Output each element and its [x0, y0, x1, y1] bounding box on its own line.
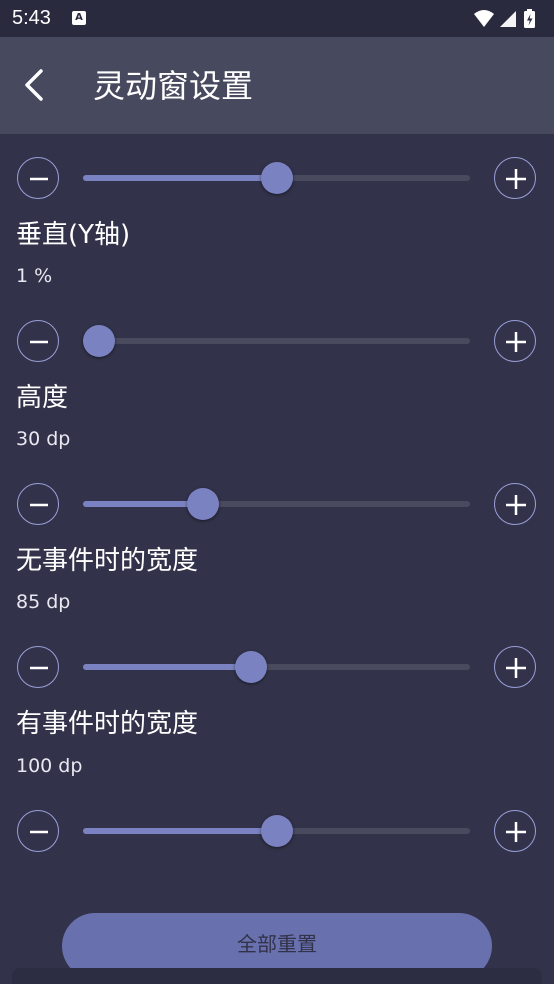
decrease-button[interactable]	[17, 646, 59, 688]
back-button[interactable]	[14, 63, 58, 107]
setting-label-height: 高度	[16, 383, 69, 413]
slider-row-3	[0, 646, 554, 690]
increase-button[interactable]	[494, 646, 536, 688]
slider-thumb[interactable]	[234, 651, 267, 683]
bottom-sheet-edge	[12, 968, 542, 984]
slider-track[interactable]	[83, 664, 470, 670]
slider-fill	[83, 828, 277, 834]
slider-track[interactable]	[83, 338, 470, 344]
setting-label-vertical: 垂直(Y轴)	[16, 220, 131, 250]
setting-label-idle-width: 无事件时的宽度	[16, 546, 199, 576]
wifi-icon	[474, 10, 494, 27]
slider-thumb[interactable]	[83, 325, 116, 357]
slider-track[interactable]	[83, 501, 470, 507]
slider-row-2	[0, 483, 554, 527]
minus-icon	[30, 666, 48, 670]
setting-value-height: 30 dp	[16, 428, 71, 450]
plus-icon	[506, 822, 526, 842]
slider-thumb[interactable]	[260, 815, 293, 847]
setting-value-vertical: 1 %	[16, 265, 53, 287]
a-icon: A	[72, 11, 86, 25]
setting-value-event-width: 100 dp	[16, 755, 83, 777]
minus-icon	[30, 830, 48, 834]
slider-row-0	[0, 157, 554, 201]
slider-fill	[83, 175, 277, 181]
status-time: 5:43	[12, 7, 51, 29]
battery-charging-icon	[524, 9, 535, 28]
decrease-button[interactable]	[17, 810, 59, 852]
minus-icon	[30, 340, 48, 344]
increase-button[interactable]	[494, 157, 536, 199]
plus-icon	[506, 495, 526, 515]
decrease-button[interactable]	[17, 483, 59, 525]
setting-value-idle-width: 85 dp	[16, 591, 71, 613]
minus-icon	[30, 503, 48, 507]
chevron-left-icon	[25, 69, 43, 101]
slider-row-1	[0, 320, 554, 364]
signal-icon	[500, 11, 516, 27]
plus-icon	[506, 169, 526, 189]
app-bar: 灵动窗设置	[0, 37, 554, 134]
plus-icon	[506, 658, 526, 678]
reset-all-label: 全部重置	[237, 932, 317, 956]
page-title: 灵动窗设置	[93, 67, 254, 105]
plus-icon	[506, 332, 526, 352]
slider-row-4	[0, 810, 554, 854]
slider-fill	[83, 501, 203, 507]
slider-fill	[83, 664, 251, 670]
increase-button[interactable]	[494, 483, 536, 525]
slider-thumb[interactable]	[186, 488, 219, 520]
decrease-button[interactable]	[17, 157, 59, 199]
slider-thumb[interactable]	[260, 162, 293, 194]
status-icons	[472, 8, 542, 30]
minus-icon	[30, 177, 48, 181]
status-bar: 5:43 A	[0, 0, 554, 37]
decrease-button[interactable]	[17, 320, 59, 362]
increase-button[interactable]	[494, 810, 536, 852]
increase-button[interactable]	[494, 320, 536, 362]
setting-label-event-width: 有事件时的宽度	[16, 709, 199, 739]
